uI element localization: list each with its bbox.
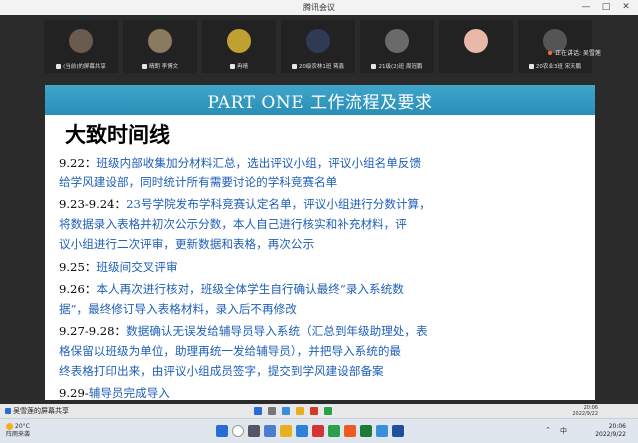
tray-chevron-icon[interactable]: ⌃ [545, 426, 551, 434]
windows-start-icon[interactable] [216, 425, 228, 437]
avatar [227, 29, 251, 53]
search-icon[interactable] [232, 425, 244, 437]
screen-share-bar[interactable]: 吴雪莲的屏幕共享 20:06 2022/9/22 [0, 404, 638, 418]
participant-name: 20农业3班 宋天鹏 [520, 62, 590, 70]
mic-icon [56, 64, 62, 69]
minimize-button[interactable]: — [579, 1, 593, 13]
share-screen-icon [5, 408, 11, 414]
screen-share-area: PART ONE 工作流程及要求 大致时间线 9.22：班级内部收集加分材料汇总… [0, 77, 638, 404]
slide-banner: PART ONE 工作流程及要求 [45, 85, 595, 115]
participant-name: (当前)的屏幕共享 [46, 62, 116, 70]
participant-tile[interactable]: 20级农林1班 蒋鑫 [281, 20, 355, 73]
participant-name: 21级(2)班 周冠鹏 [362, 62, 432, 70]
slide-banner-title: PART ONE 工作流程及要求 [207, 93, 433, 113]
avatar [148, 29, 172, 53]
weather-widget[interactable]: 20°C 阵雨来袭 [6, 423, 30, 439]
avatar [306, 29, 330, 53]
close-button[interactable]: ✕ [619, 1, 633, 13]
participant-tile[interactable]: (当前)的屏幕共享 [44, 20, 118, 73]
app-icon [310, 407, 318, 415]
window-titlebar: 腾讯会议 — □ ✕ [0, 0, 638, 16]
app-icon [282, 407, 290, 415]
window-title: 腾讯会议 [303, 3, 335, 12]
share-owner-label: 吴雪莲的屏幕共享 [5, 406, 69, 416]
avatar [464, 29, 488, 53]
tencent-meeting-icon[interactable] [376, 425, 388, 437]
participant-gallery: (当前)的屏幕共享 晴朗 李博文 冉晴 20级农林1班 蒋鑫 21级(2)班 周… [0, 15, 638, 77]
system-clock[interactable]: 20:06 2022/9/22 [595, 423, 626, 439]
participant-name: 晴朗 李博文 [125, 62, 195, 70]
app-icon[interactable] [360, 425, 372, 437]
slide-line: 据”，最终修订导入表格材料，录入后不再修改 [59, 302, 297, 316]
slide-line: 9.25：班级间交叉评审 [59, 260, 178, 274]
file-explorer-icon[interactable] [280, 425, 292, 437]
mic-icon [291, 64, 297, 69]
app-icon[interactable] [344, 425, 356, 437]
shared-clock: 20:06 2022/9/22 [572, 405, 598, 417]
app-icon[interactable] [312, 425, 324, 437]
slide-line: 9.26：本人再次进行核对，班级全体学生自行确认最终“录入系统数 [59, 282, 404, 296]
participant-tile[interactable]: 冉晴 [202, 20, 276, 73]
participant-tile[interactable] [439, 20, 513, 73]
weather-icon [6, 423, 13, 430]
presentation-slide: PART ONE 工作流程及要求 大致时间线 9.22：班级内部收集加分材料汇总… [45, 85, 595, 400]
participant-name: 冉晴 [204, 62, 274, 70]
mic-icon [371, 64, 377, 69]
participant-tile[interactable]: 晴朗 李博文 [123, 20, 197, 73]
slide-line: 9.29-辅导员完成导入 [59, 386, 170, 400]
speaking-icon [548, 51, 552, 55]
taskbar: 20°C 阵雨来袭 ⌃ 中 20:06 2022/9/22 [0, 418, 638, 443]
start-icon [254, 407, 262, 415]
avatar [385, 29, 409, 53]
app-icon [296, 407, 304, 415]
participant-tile[interactable]: 21级(2)班 周冠鹏 [360, 20, 434, 73]
widgets-icon[interactable] [264, 425, 276, 437]
wechat-icon[interactable] [328, 425, 340, 437]
slide-line: 终表格打印出来，由评议小组成员签字，提交到学风建设部备案 [59, 364, 384, 378]
slide-line: 将数据录入表格并初次公示分数，本人自己进行核实和补充材料，评 [59, 217, 407, 231]
app-icon [268, 407, 276, 415]
language-indicator[interactable]: 中 [560, 426, 567, 436]
maximize-button[interactable]: □ [599, 1, 613, 13]
shared-taskbar-thumbnail [254, 406, 384, 416]
participant-name: 20级农林1班 蒋鑫 [283, 62, 353, 70]
slide-line: 9.23-9.24：23号学院发布学科竞赛认定名单，评议小组进行分数计算， [59, 197, 431, 211]
mic-icon [528, 64, 534, 69]
slide-line: 9.22：班级内部收集加分材料汇总，选出评议小组，评议小组名单反馈 [59, 156, 422, 170]
slide-line: 9.27-9.28：数据确认无误发给辅导员导入系统（汇总到年级助理处，表 [59, 324, 428, 338]
edge-icon[interactable] [296, 425, 308, 437]
slide-line: 格保留以班级为单位，助理再统一发给辅导员），并把导入系统的最 [59, 344, 402, 358]
mic-icon [229, 64, 235, 69]
participant-tile[interactable]: 20农业3班 宋天鹏 [518, 20, 592, 73]
task-view-icon[interactable] [248, 425, 260, 437]
speaking-indicator: 正在讲话: 吴雪莲 [548, 48, 601, 57]
slide-line: 给学风建设部，同时统计所有需要讨论的学科竞赛名单 [59, 175, 338, 189]
app-icon [324, 407, 332, 415]
avatar [69, 29, 93, 53]
mic-icon [141, 64, 147, 69]
app-icon[interactable] [392, 425, 404, 437]
slide-line: 议小组进行二次评审，更新数据和表格，再次公示 [59, 237, 315, 251]
slide-heading: 大致时间线 [65, 122, 170, 147]
